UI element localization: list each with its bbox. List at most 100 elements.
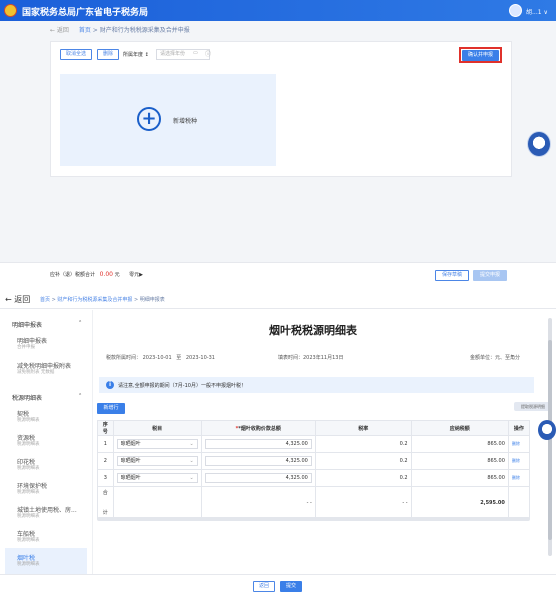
period-to-word: 至 [176, 355, 182, 361]
sidebar-item-sub: 税源明细表 [17, 514, 40, 519]
tax-emblem-icon [4, 4, 17, 17]
chevron-up-icon[interactable]: ⌃ [78, 320, 82, 326]
year-label: 所属年度 ↕ [123, 52, 149, 58]
fill-date: 填表时间：2023年11月13日 [278, 355, 344, 361]
period-label: 税款所属时间： [106, 355, 142, 361]
row-item-cell: 晾晒烟叶 ⌄ [112, 452, 202, 470]
total-op [507, 486, 531, 519]
row-delete-link[interactable]: 删除 [507, 469, 531, 487]
add-tax-panel[interactable] [60, 74, 276, 166]
table-row: 3 晾晒烟叶 ⌄ 4,325.00 0.2 865.00 删除 [97, 469, 531, 487]
col-header-tax: 应纳税额 [410, 420, 509, 436]
add-tax-label[interactable]: 新增税种 [173, 116, 197, 125]
notice-text: 请注意,全额申报的期间（7月-10月）一般不申报烟叶税！ [118, 383, 246, 389]
delete-button[interactable]: 删除 [97, 49, 119, 60]
section-separator [0, 283, 556, 287]
table-header-row: 序号 税目 **烟叶收购价款总额 税率 应纳税额 操作 [97, 420, 531, 436]
row-no: 2 [97, 452, 114, 470]
footer-total-amount: 0.00 [99, 271, 113, 278]
chevron-down-icon: ⌄ [189, 475, 194, 481]
row-amount-cell: 4,325.00 [200, 452, 316, 470]
col-header-op: 操作 [507, 420, 531, 436]
submit-declare-button[interactable]: 提交申报 [473, 270, 507, 281]
sidebar-item-sub: 合并申报 [17, 345, 35, 350]
tax-item-select[interactable]: 晾晒烟叶 ⌄ [116, 456, 198, 466]
divider [0, 308, 556, 309]
breadcrumb-home-2[interactable]: 首页 [40, 297, 50, 303]
tax-period: 税款所属时间： 2023-10-01 至 2023-10-31 [106, 354, 215, 361]
table-total-row: 合计 - - - - 2,595.00 [97, 486, 531, 519]
extract-source-button[interactable]: 提取税源明细 [514, 402, 552, 411]
info-icon[interactable]: ⓘ [205, 49, 211, 58]
row-amount-cell: 4,325.00 [200, 435, 316, 453]
row-delete-link[interactable]: 删除 [507, 452, 531, 470]
year-select[interactable]: 请选择年份 [156, 49, 210, 60]
amount-unit: 金额单位：元、至角分 [470, 355, 521, 361]
sidebar-item-sub: 减免税附表 无数据 [17, 370, 55, 375]
col-header-amount: **烟叶收购价款总额 [200, 420, 316, 436]
tax-item-select[interactable]: 晾晒烟叶 ⌄ [116, 473, 198, 483]
site-title: 国家税务总局广东省电子税务局 [22, 8, 149, 18]
back-button[interactable]: 返回 [253, 581, 275, 592]
row-rate: 0.2 [314, 469, 412, 487]
breadcrumb-mid-2[interactable]: 财产和行为税税源采集及合并申报 [57, 297, 132, 303]
calendar-icon: ▭ [193, 50, 198, 56]
total-amount: - - [200, 486, 316, 519]
col-header-item: 税目 [112, 420, 202, 436]
back-link-2[interactable]: ← 返回 [5, 294, 30, 305]
footer-total-unit: 元 [114, 272, 120, 278]
chevron-down-icon: ⌄ [189, 441, 194, 447]
sidebar-group-declare[interactable]: 明细申报表 [12, 320, 42, 329]
row-tax: 865.00 [410, 469, 509, 487]
page-title: 烟叶税税源明细表 [269, 324, 357, 337]
sidebar-item-sub: 税源明细表 [17, 538, 40, 543]
table-h-scrollbar[interactable] [97, 517, 530, 521]
row-no: 3 [97, 469, 114, 487]
footer-total: 应补（退）税额合计 0.00 元 零元▶ [50, 271, 143, 278]
amount-input[interactable]: 4,325.00 [204, 473, 312, 483]
sidebar-item-sub: 税源明细表 [17, 562, 40, 567]
cancel-select-all-button[interactable]: 取消全选 [60, 49, 92, 60]
sidebar-group-source[interactable]: 税源明细表 [12, 393, 42, 402]
breadcrumb-2: 首页 > 财产和行为税税源采集及合并申报 > 明细申报表 [40, 297, 165, 303]
breadcrumb-separator: > [90, 27, 100, 34]
tobacco-tax-table: 序号 税目 **烟叶收购价款总额 税率 应纳税额 操作 1 晾晒烟叶 ⌄ 4,32… [97, 420, 531, 519]
confirm-declare-button[interactable]: 确认并申报 [462, 50, 499, 61]
sidebar-item-sub: 税源明细表 [17, 442, 40, 447]
plus-icon[interactable]: + [137, 107, 161, 131]
amount-input[interactable]: 4,325.00 [204, 439, 312, 449]
sidebar-item-sub: 税源明细表 [17, 418, 40, 423]
col-header-rate: 税率 [314, 420, 412, 436]
row-no: 1 [97, 435, 114, 453]
add-row-button[interactable]: 新增行 [97, 403, 125, 414]
user-menu[interactable]: 胡...1 ∨ [526, 7, 548, 16]
row-tax: 865.00 [410, 435, 509, 453]
total-label: 合计 [97, 486, 114, 519]
info-circle-icon: i [106, 381, 114, 389]
total-empty [112, 486, 202, 519]
user-avatar[interactable] [509, 4, 522, 17]
row-delete-link[interactable]: 删除 [507, 435, 531, 453]
row-amount-cell: 4,325.00 [200, 469, 316, 487]
assistant-mascot-icon[interactable] [527, 131, 551, 157]
breadcrumb-home[interactable]: 首页 [79, 27, 91, 34]
bottom-footer-bar [0, 574, 556, 599]
submit-button[interactable]: 提交 [280, 581, 302, 592]
amount-input[interactable]: 4,325.00 [204, 456, 312, 466]
row-rate: 0.2 [314, 452, 412, 470]
back-link[interactable]: ← 返回 [50, 27, 69, 34]
breadcrumb: ← 返回 首页 > 财产和行为税税源采集及合并申报 [50, 25, 190, 34]
assistant-mascot-icon[interactable] [538, 420, 556, 440]
footer-total-label: 应补（退）税额合计 [50, 272, 96, 278]
chevron-up-icon[interactable]: ⌃ [78, 393, 82, 399]
footer-extra: 零元▶ [129, 272, 144, 278]
tax-item-select[interactable]: 晾晒烟叶 ⌄ [116, 439, 198, 449]
breadcrumb-current: 财产和行为税税源采集及合并申报 [99, 27, 190, 34]
save-draft-button[interactable]: 保存草稿 [435, 270, 469, 281]
table-row: 1 晾晒烟叶 ⌄ 4,325.00 0.2 865.00 删除 [97, 435, 531, 453]
chevron-down-icon: ⌄ [189, 458, 194, 464]
vertical-scrollbar-thumb[interactable] [548, 340, 552, 540]
period-from: 2023-10-01 [142, 355, 172, 361]
row-item-cell: 晾晒烟叶 ⌄ [112, 435, 202, 453]
row-item-cell: 晾晒烟叶 ⌄ [112, 469, 202, 487]
